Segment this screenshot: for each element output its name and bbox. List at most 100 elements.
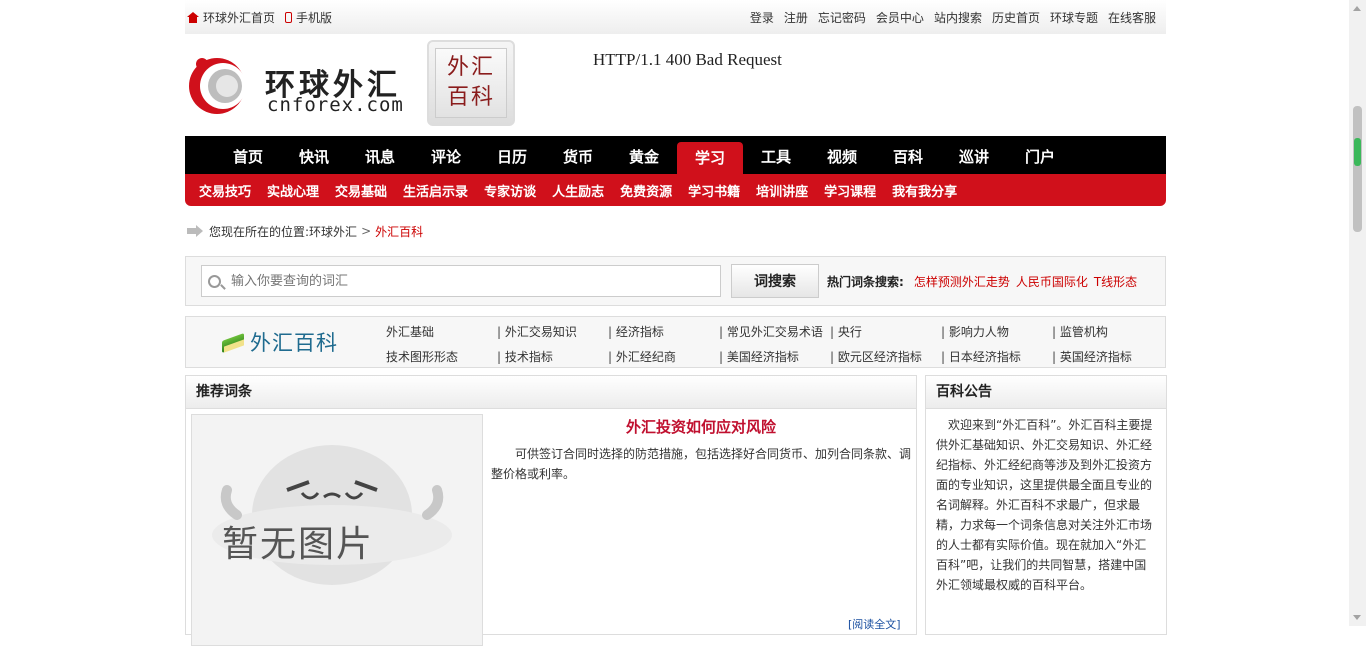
nav-item-wiki[interactable]: 百科 — [875, 136, 941, 174]
article-title[interactable]: 外汇投资如何应对风险 — [486, 416, 916, 437]
no-image-placeholder[interactable]: 暂无图片 — [191, 414, 483, 646]
subnav-item[interactable]: 我有我分享 — [892, 181, 957, 200]
nav-item-currency[interactable]: 货币 — [545, 136, 611, 174]
category-bar: 外汇百科 外汇基础 外汇交易知识 经济指标 常见外汇交易术语 央行 影响力人物 … — [185, 316, 1166, 368]
nav-item-commentary[interactable]: 评论 — [413, 136, 479, 174]
page-wrapper: 环球外汇首页 手机版 登录 注册 忘记密码 会员中心 站内搜索 历史首页 环球专… — [185, 0, 1167, 646]
search-field[interactable] — [201, 265, 721, 297]
history-home-link[interactable]: 历史首页 — [992, 9, 1040, 26]
search-bar: 词搜索 热门词条搜索: 怎样预测外汇走势 人民币国际化 T线形态 — [185, 256, 1166, 306]
top-bar-links: 登录 注册 忘记密码 会员中心 站内搜索 历史首页 环球专题 在线客服 — [750, 9, 1166, 26]
category-link[interactable]: 英国经济指标 — [1052, 345, 1163, 370]
vertical-scrollbar[interactable] — [1349, 0, 1366, 626]
nav-item-home[interactable]: 首页 — [215, 136, 281, 174]
category-link[interactable]: 经济指标 — [608, 320, 719, 345]
search-icon — [208, 274, 221, 288]
subnav-item[interactable]: 实战心理 — [267, 181, 319, 200]
nav-item-flash[interactable]: 快讯 — [281, 136, 347, 174]
subnav-item[interactable]: 学习课程 — [824, 181, 876, 200]
top-bar: 环球外汇首页 手机版 登录 注册 忘记密码 会员中心 站内搜索 历史首页 环球专… — [185, 0, 1166, 34]
category-link[interactable]: 技术图形形态 — [386, 345, 497, 370]
home-icon — [187, 11, 199, 23]
login-link[interactable]: 登录 — [750, 9, 774, 26]
breadcrumb-separator: > — [361, 224, 372, 238]
mobile-link-label: 手机版 — [296, 10, 333, 25]
hot-search-link[interactable]: 人民币国际化 — [1016, 273, 1088, 290]
phone-icon — [285, 11, 293, 23]
nav-item-portal[interactable]: 门户 — [1007, 136, 1073, 174]
recommended-entries-panel: 推荐词条 暂无图片 外汇投资如何应对风险 可供签订合同时选择的防范措施，包括选择… — [185, 375, 917, 646]
category-link[interactable]: 监管机构 — [1052, 320, 1163, 345]
nav-item-learning[interactable]: 学习 — [677, 142, 743, 174]
read-more-link[interactable]: [阅读全文] — [848, 616, 901, 632]
nav-item-tour[interactable]: 巡讲 — [941, 136, 1007, 174]
subnav-item[interactable]: 交易基础 — [335, 181, 387, 200]
category-link[interactable]: 外汇交易知识 — [497, 320, 608, 345]
hot-search-link[interactable]: 怎样预测外汇走势 — [914, 273, 1010, 290]
notice-text: 欢迎来到“外汇百科”。外汇百科主要提供外汇基础知识、外汇交易知识、外汇经纪指标、… — [936, 418, 1153, 592]
site-header: 环球外汇 cnforex.com 外汇 百科 HTTP/1.1 400 Bad … — [185, 34, 1166, 136]
category-link[interactable]: 央行 — [830, 320, 941, 345]
book-icon — [220, 329, 246, 355]
category-link[interactable]: 技术指标 — [497, 345, 608, 370]
category-logo: 外汇百科 — [220, 327, 338, 357]
subnav-item[interactable]: 专家访谈 — [484, 181, 536, 200]
hot-searches-label: 热门词条搜索: — [827, 274, 904, 289]
breadcrumb-prefix: 您现在所在的位置: — [209, 224, 310, 239]
no-image-text: 暂无图片 — [222, 524, 375, 565]
topics-link[interactable]: 环球专题 — [1050, 9, 1098, 26]
nav-item-video[interactable]: 视频 — [809, 136, 875, 174]
breadcrumb-root[interactable]: 环球外汇 — [309, 223, 357, 240]
home-link-label: 环球外汇首页 — [203, 10, 276, 25]
forgot-password-link[interactable]: 忘记密码 — [818, 9, 866, 26]
error-message: HTTP/1.1 400 Bad Request — [593, 50, 782, 69]
nav-item-news[interactable]: 讯息 — [347, 136, 413, 174]
wiki-notice-panel: 百科公告 欢迎来到“外汇百科”。外汇百科主要提供外汇基础知识、外汇交易知识、外汇… — [925, 375, 1167, 635]
nav-item-tools[interactable]: 工具 — [743, 136, 809, 174]
category-link[interactable]: 美国经济指标 — [719, 345, 830, 370]
subnav-item[interactable]: 生活启示录 — [403, 181, 468, 200]
category-link[interactable]: 日本经济指标 — [941, 345, 1052, 370]
nav-item-calendar[interactable]: 日历 — [479, 136, 545, 174]
search-button[interactable]: 词搜索 — [731, 264, 819, 298]
online-support-link[interactable]: 在线客服 — [1108, 9, 1156, 26]
subnav-item[interactable]: 培训讲座 — [756, 181, 808, 200]
scroll-up-arrow-icon[interactable] — [1353, 6, 1361, 11]
subnav-item[interactable]: 学习书籍 — [688, 181, 740, 200]
badge-inner: 外汇 百科 — [435, 48, 507, 118]
register-link[interactable]: 注册 — [784, 9, 808, 26]
breadcrumb-current[interactable]: 外汇百科 — [375, 223, 423, 240]
category-link[interactable]: 常见外汇交易术语 — [719, 320, 830, 345]
category-logo-text: 外汇百科 — [250, 331, 338, 355]
scrollbar-thumb[interactable] — [1353, 106, 1362, 232]
category-link[interactable]: 影响力人物 — [941, 320, 1052, 345]
scrollbar-marker — [1354, 138, 1361, 166]
home-link[interactable]: 环球外汇首页 — [187, 9, 275, 26]
nav-item-gold[interactable]: 黄金 — [611, 136, 677, 174]
mobile-link[interactable]: 手机版 — [285, 9, 332, 26]
subnav-item[interactable]: 免费资源 — [620, 181, 672, 200]
category-links: 外汇基础 外汇交易知识 经济指标 常见外汇交易术语 央行 影响力人物 监管机构 … — [386, 320, 1163, 370]
subnav-item[interactable]: 交易技巧 — [199, 181, 251, 200]
arrow-right-icon — [187, 225, 203, 237]
article-description: 可供签订合同时选择的防范措施，包括选择好合同货币、加列合同条款、调整价格或利率。 — [491, 447, 912, 481]
category-link[interactable]: 欧元区经济指标 — [830, 345, 941, 370]
recommended-panel-title: 推荐词条 — [186, 376, 916, 409]
logo-domain[interactable]: cnforex.com — [267, 94, 404, 116]
hot-searches: 热门词条搜索: 怎样预测外汇走势 人民币国际化 T线形态 — [827, 273, 1137, 290]
forex-wiki-badge[interactable]: 外汇 百科 — [427, 40, 515, 126]
badge-line-1: 外汇 — [446, 55, 495, 80]
logo-mark-icon[interactable] — [185, 54, 249, 118]
subnav-item[interactable]: 人生励志 — [552, 181, 604, 200]
notice-panel-title: 百科公告 — [926, 376, 1166, 409]
main-nav: 首页 快讯 讯息 评论 日历 货币 黄金 学习 工具 视频 百科 巡讲 门户 — [185, 136, 1166, 174]
search-input[interactable] — [229, 272, 720, 290]
member-center-link[interactable]: 会员中心 — [876, 9, 924, 26]
sub-nav: 交易技巧 实战心理 交易基础 生活启示录 专家访谈 人生励志 免费资源 学习书籍… — [185, 174, 1166, 206]
top-bar-left: 环球外汇首页 手机版 — [185, 9, 332, 26]
category-link[interactable]: 外汇经纪商 — [608, 345, 719, 370]
category-link[interactable]: 外汇基础 — [386, 320, 497, 345]
scroll-down-arrow-icon[interactable] — [1353, 615, 1361, 620]
site-search-link[interactable]: 站内搜索 — [934, 9, 982, 26]
hot-search-link[interactable]: T线形态 — [1094, 273, 1137, 290]
